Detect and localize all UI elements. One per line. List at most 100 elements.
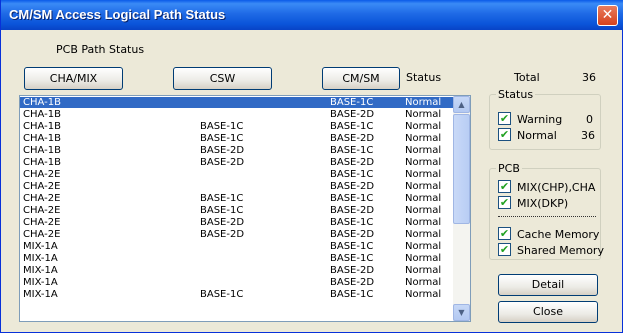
normal-checkbox[interactable]: ✔ — [498, 128, 511, 141]
cell-status: Normal — [405, 109, 442, 120]
cell-cha-mix: MIX-1A — [23, 241, 58, 252]
cell-status: Normal — [405, 289, 442, 300]
cell-cm-sm: BASE-2D — [330, 277, 375, 288]
cell-cm-sm: BASE-1C — [330, 121, 374, 132]
divider — [498, 216, 596, 217]
table-row[interactable]: MIX-1A BASE-1C Normal — [20, 253, 453, 264]
cell-csw: BASE-2D — [200, 217, 245, 228]
cell-cha-mix: CHA-1B — [23, 97, 61, 108]
table-row[interactable]: CHA-2E BASE-1C BASE-1C Normal — [20, 193, 453, 204]
cell-cm-sm: BASE-2D — [330, 229, 375, 240]
column-header-csw[interactable]: CSW — [173, 67, 272, 90]
cell-cha-mix: MIX-1A — [23, 277, 58, 288]
cell-cm-sm: BASE-2D — [330, 265, 375, 276]
cell-cm-sm: BASE-1C — [330, 217, 374, 228]
cell-cha-mix: CHA-2E — [23, 193, 61, 204]
section-label: PCB Path Status — [56, 43, 145, 56]
cell-status: Normal — [405, 193, 442, 204]
table-row[interactable]: MIX-1A BASE-1C Normal — [20, 241, 453, 252]
title-bar[interactable]: CM/SM Access Logical Path Status ✕ — [1, 0, 623, 30]
path-status-list[interactable]: CHA-1B BASE-1C Normal CHA-1B BASE-2D Normal CH… — [19, 95, 471, 322]
shared-memory-checkbox[interactable]: ✔ — [498, 243, 511, 256]
cell-cm-sm: BASE-1C — [330, 145, 374, 156]
shared-memory-label: Shared Memory — [517, 244, 604, 257]
table-row[interactable]: CHA-2E BASE-1C BASE-2D Normal — [20, 205, 453, 216]
cell-status: Normal — [405, 133, 442, 144]
cell-status: Normal — [405, 241, 442, 252]
cell-status: Normal — [405, 265, 442, 276]
cell-csw: BASE-1C — [200, 193, 244, 204]
cell-cha-mix: CHA-2E — [23, 169, 61, 180]
cell-cm-sm: BASE-2D — [330, 181, 375, 192]
cell-status: Normal — [405, 205, 442, 216]
scroll-down-icon[interactable]: ▼ — [453, 304, 470, 321]
cell-cm-sm: BASE-1C — [330, 169, 374, 180]
cell-status: Normal — [405, 157, 442, 168]
cell-cm-sm: BASE-1C — [330, 289, 374, 300]
table-row[interactable]: CHA-2E BASE-2D BASE-2D Normal — [20, 229, 453, 240]
warning-checkbox[interactable]: ✔ — [498, 112, 511, 125]
cache-memory-checkbox[interactable]: ✔ — [498, 227, 511, 240]
cell-csw: BASE-1C — [200, 205, 244, 216]
cell-csw: BASE-2D — [200, 145, 245, 156]
cell-cm-sm: BASE-2D — [330, 157, 375, 168]
cell-cm-sm: BASE-1C — [330, 253, 374, 264]
cell-status: Normal — [405, 253, 442, 264]
cell-cm-sm: BASE-1C — [330, 193, 374, 204]
cell-csw: BASE-1C — [200, 121, 244, 132]
table-row[interactable]: MIX-1A BASE-2D Normal — [20, 277, 453, 288]
cell-cm-sm: BASE-2D — [330, 109, 375, 120]
table-row[interactable]: CHA-1B BASE-2D BASE-2D Normal — [20, 157, 453, 168]
table-row[interactable]: CHA-2E BASE-1C Normal — [20, 169, 453, 180]
close-icon[interactable]: ✕ — [597, 5, 618, 26]
cell-cm-sm: BASE-2D — [330, 205, 375, 216]
scrollbar-thumb[interactable] — [453, 114, 470, 224]
warning-count: 0 — [586, 113, 593, 126]
mix-chp-cha-label: MIX(CHP),CHA — [517, 181, 596, 194]
pcb-group-title: PCB — [496, 162, 522, 175]
cell-status: Normal — [405, 97, 442, 108]
status-group-title: Status — [496, 88, 536, 101]
table-row[interactable]: CHA-1B BASE-1C BASE-1C Normal — [20, 121, 453, 132]
cell-status: Normal — [405, 217, 442, 228]
column-header-status: Status — [406, 71, 442, 84]
cell-csw: BASE-1C — [200, 289, 244, 300]
column-header-cha-mix[interactable]: CHA/MIX — [24, 67, 123, 90]
table-row[interactable]: CHA-1B BASE-1C BASE-2D Normal — [20, 133, 453, 144]
table-row[interactable]: CHA-1B BASE-1C Normal — [20, 97, 453, 108]
warning-label: Warning — [517, 113, 563, 126]
normal-label: Normal — [517, 129, 557, 142]
cell-cha-mix: CHA-2E — [23, 217, 61, 228]
cell-cha-mix: CHA-1B — [23, 145, 61, 156]
table-row[interactable]: MIX-1A BASE-1C BASE-1C Normal — [20, 289, 453, 300]
detail-button[interactable]: Detail — [498, 274, 598, 296]
mix-dkp-checkbox[interactable]: ✔ — [498, 196, 511, 209]
cell-csw: BASE-1C — [200, 133, 244, 144]
cell-cha-mix: MIX-1A — [23, 253, 58, 264]
scroll-up-icon[interactable]: ▲ — [453, 96, 470, 113]
table-row[interactable]: CHA-2E BASE-2D Normal — [20, 181, 453, 192]
cell-cha-mix: MIX-1A — [23, 265, 58, 276]
total-label: Total — [514, 71, 540, 84]
close-button[interactable]: Close — [498, 301, 598, 323]
table-row[interactable]: MIX-1A BASE-2D Normal — [20, 265, 453, 276]
dialog-window: CM/SM Access Logical Path Status ✕ PCB P… — [0, 0, 623, 333]
cell-cha-mix: CHA-2E — [23, 229, 61, 240]
cell-status: Normal — [405, 229, 442, 240]
cell-status: Normal — [405, 181, 442, 192]
cell-cm-sm: BASE-2D — [330, 133, 375, 144]
table-row[interactable]: CHA-2E BASE-2D BASE-1C Normal — [20, 217, 453, 228]
cell-status: Normal — [405, 121, 442, 132]
cell-csw: BASE-2D — [200, 229, 245, 240]
cell-cha-mix: CHA-1B — [23, 121, 61, 132]
vertical-scrollbar[interactable]: ▲ ▼ — [453, 96, 470, 321]
table-row[interactable]: CHA-1B BASE-2D Normal — [20, 109, 453, 120]
cell-cha-mix: MIX-1A — [23, 289, 58, 300]
cell-cha-mix: CHA-2E — [23, 181, 61, 192]
table-row[interactable]: CHA-1B BASE-2D BASE-1C Normal — [20, 145, 453, 156]
cell-status: Normal — [405, 169, 442, 180]
cell-cha-mix: CHA-1B — [23, 157, 61, 168]
mix-dkp-label: MIX(DKP) — [517, 197, 569, 210]
column-header-cm-sm[interactable]: CM/SM — [322, 67, 400, 90]
mix-chp-cha-checkbox[interactable]: ✔ — [498, 180, 511, 193]
